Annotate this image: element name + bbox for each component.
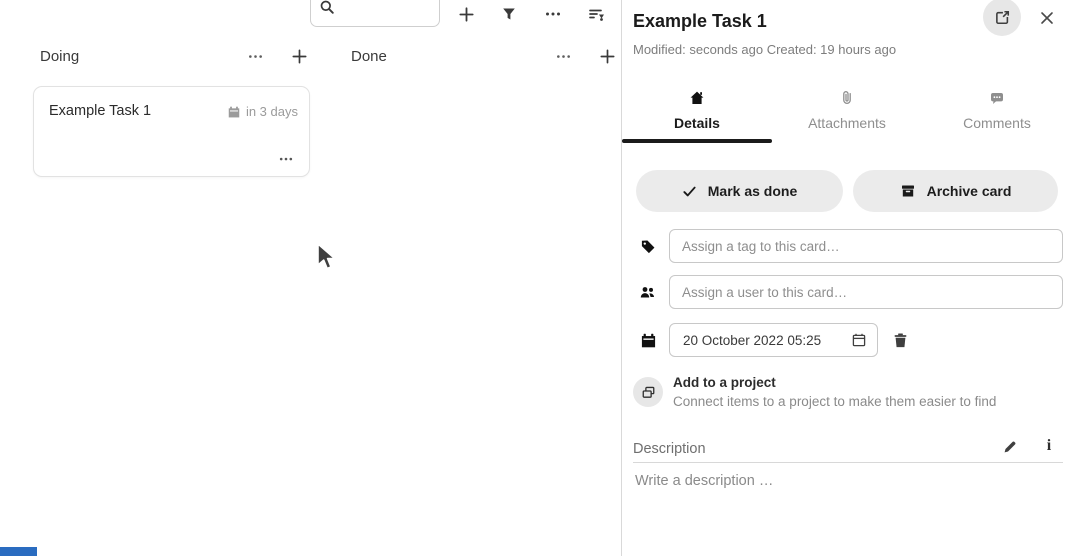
tab-comments[interactable]: Comments (922, 85, 1072, 139)
tab-attachments-label: Attachments (808, 115, 886, 131)
sort-icon[interactable] (585, 3, 609, 25)
tab-details-label: Details (674, 115, 720, 131)
home-icon (689, 90, 705, 106)
archive-icon (900, 183, 916, 199)
add-to-project-title: Add to a project (673, 375, 1063, 390)
checkmark-icon (682, 184, 697, 199)
card-due-label: in 3 days (246, 104, 298, 119)
assign-tag-input[interactable] (669, 229, 1063, 263)
column-header-doing: Doing (40, 48, 79, 65)
users-icon (639, 284, 657, 301)
done-add-card-button[interactable] (596, 45, 618, 67)
chat-bubble-icon (989, 90, 1005, 106)
panel-separator (621, 0, 622, 556)
tab-attachments[interactable]: Attachments (772, 85, 922, 139)
calendar-icon (227, 105, 241, 119)
add-button[interactable] (455, 3, 477, 25)
due-date-value: 20 October 2022 05:25 (683, 333, 821, 348)
panel-meta: Modified: seconds ago Created: 19 hours … (633, 42, 896, 57)
description-divider (633, 462, 1063, 463)
archive-card-button[interactable]: Archive card (853, 170, 1058, 212)
popout-button[interactable] (983, 0, 1021, 36)
calendar-picker-icon[interactable] (851, 332, 867, 348)
task-card[interactable]: Example Task 1 in 3 days (33, 86, 310, 177)
card-menu-icon[interactable] (277, 152, 295, 166)
done-column-menu-icon[interactable] (552, 46, 574, 66)
due-date-icon (640, 332, 657, 349)
mark-as-done-label: Mark as done (708, 183, 797, 199)
add-to-project-row[interactable]: Add to a project Connect items to a proj… (673, 375, 1063, 409)
card-title: Example Task 1 (49, 103, 151, 119)
panel-title: Example Task 1 (633, 11, 767, 32)
project-icon[interactable] (633, 377, 663, 407)
active-tab-underline (622, 139, 772, 143)
description-info-icon[interactable]: i (1040, 436, 1058, 456)
delete-due-date-icon[interactable] (889, 329, 911, 351)
mouse-cursor-icon (316, 242, 340, 277)
search-input[interactable] (335, 6, 435, 21)
column-header-done: Done (351, 48, 387, 65)
mark-as-done-button[interactable]: Mark as done (636, 170, 843, 212)
tab-details[interactable]: Details (622, 85, 772, 139)
description-label: Description (633, 441, 706, 457)
add-to-project-subtitle: Connect items to a project to make them … (673, 394, 1063, 409)
search-box[interactable] (310, 0, 440, 27)
card-due-date: in 3 days (227, 104, 298, 119)
paperclip-icon (839, 90, 855, 106)
filter-icon[interactable] (498, 3, 520, 25)
due-date-field[interactable]: 20 October 2022 05:25 (669, 323, 878, 357)
search-icon (319, 0, 335, 20)
archive-card-label: Archive card (927, 183, 1012, 199)
close-icon[interactable] (1037, 8, 1057, 28)
board-menu-icon[interactable] (541, 3, 565, 25)
edit-description-icon[interactable] (999, 437, 1021, 457)
tab-comments-label: Comments (963, 115, 1031, 131)
doing-column-menu-icon[interactable] (244, 46, 266, 66)
assign-user-input[interactable] (669, 275, 1063, 309)
doing-add-card-button[interactable] (288, 45, 310, 67)
description-placeholder[interactable]: Write a description … (635, 473, 773, 489)
bottom-left-blue-bar (0, 547, 37, 556)
kanban-app-window: Doing Done Example Task 1 in 3 days Exam… (0, 0, 1073, 556)
tag-icon (640, 238, 657, 255)
